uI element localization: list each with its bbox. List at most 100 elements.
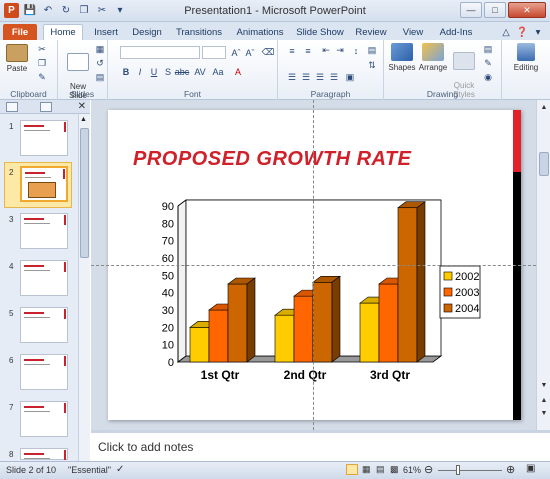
notes-pane[interactable]: Click to add notes (91, 430, 550, 461)
thumbnail-text-mark (24, 411, 50, 412)
align-left-icon[interactable]: ☰ (286, 72, 298, 83)
zoom-slider-track[interactable] (438, 470, 502, 471)
ribbon-options-icon[interactable]: ▾ (532, 24, 544, 40)
slide-count: Slide 2 of 10 (6, 465, 57, 475)
increase-indent-icon[interactable]: ⇥ (334, 45, 346, 56)
section-icon[interactable]: ▤ (94, 72, 106, 83)
chart-y-tick-label: 50 (162, 270, 174, 282)
scroll-thumb[interactable] (80, 128, 89, 258)
tab-review[interactable]: Review (354, 24, 388, 40)
align-right-icon[interactable]: ☰ (314, 72, 326, 83)
cut-ribbon-icon[interactable]: ✂ (36, 44, 48, 55)
reading-view-icon[interactable]: ▤ (376, 464, 385, 475)
chart-bar (312, 275, 341, 363)
slide-thumbnail[interactable] (20, 120, 68, 156)
shape-effects-icon[interactable]: ◉ (482, 72, 494, 83)
scroll-up-icon[interactable]: ▲ (80, 116, 89, 125)
tab-view[interactable]: View (398, 24, 428, 40)
columns-icon[interactable]: ▤ (366, 45, 378, 56)
character-spacing-icon[interactable]: AV (194, 66, 206, 77)
layout-icon[interactable]: ▦ (94, 44, 106, 55)
zoom-out-icon[interactable]: ⊖ (424, 463, 433, 476)
slide-title[interactable]: PROPOSED GROWTH RATE (133, 148, 412, 171)
slide-scroll-thumb[interactable] (539, 152, 549, 176)
change-case-icon[interactable]: Aa (212, 66, 224, 77)
slide-thumbnail[interactable] (20, 448, 68, 460)
horizontal-guide-line[interactable] (91, 265, 536, 266)
slide-thumbnail[interactable] (20, 307, 68, 343)
tab-animations[interactable]: Animations (232, 24, 288, 40)
notes-placeholder[interactable]: Click to add notes (98, 440, 193, 454)
font-color-icon[interactable]: A (232, 66, 244, 77)
shapes-button[interactable]: Shapes (388, 43, 416, 72)
tab-transitions[interactable]: Transitions (172, 24, 226, 40)
minimize-button[interactable]: — (460, 2, 482, 18)
thumbnail-accent-mark (64, 215, 66, 225)
scroll-up-icon[interactable]: ▲ (539, 102, 549, 112)
shrink-font-icon[interactable]: Aˇ (244, 47, 256, 58)
maximize-button[interactable]: □ (484, 2, 506, 18)
shape-fill-icon[interactable]: ▤ (482, 44, 494, 55)
smartart-icon[interactable]: ▣ (344, 72, 356, 83)
zoom-slider-thumb[interactable] (456, 465, 460, 475)
previous-slide-icon[interactable]: ▲ (539, 395, 549, 405)
spelling-check-icon[interactable]: ✓ (116, 464, 124, 475)
slides-tab-icon[interactable] (6, 102, 18, 112)
slide-thumbnail[interactable] (20, 260, 68, 296)
shadow-icon[interactable]: S (162, 66, 174, 77)
tab-insert[interactable]: Insert (88, 24, 124, 40)
scroll-down-icon[interactable]: ▼ (539, 380, 549, 390)
bullets-icon[interactable]: ≡ (286, 45, 298, 56)
slide-thumbnail[interactable] (20, 354, 68, 390)
thumbnail-title-mark (24, 453, 44, 455)
slide-thumbnail[interactable] (20, 213, 68, 249)
strikethrough-icon[interactable]: abc (175, 66, 190, 77)
normal-view-icon[interactable] (346, 464, 358, 475)
zoom-level[interactable]: 61% (403, 465, 421, 475)
minimize-ribbon-icon[interactable]: △ (500, 24, 512, 40)
format-painter-icon[interactable]: ✎ (36, 72, 48, 83)
fit-slide-icon[interactable]: ▣ (526, 463, 535, 474)
underline-icon[interactable]: U (148, 66, 160, 77)
chart[interactable]: 0 10 20 30 40 50 60 70 80 90 1st Qtr 2nd Qtr 3rd Qt… (148, 192, 488, 382)
text-direction-icon[interactable]: ⇅ (366, 60, 378, 71)
slide-show-icon[interactable]: ▩ (390, 464, 399, 475)
align-center-icon[interactable]: ☰ (300, 72, 312, 83)
slides-pane-scrollbar[interactable]: ▲ (78, 114, 90, 461)
zoom-in-icon[interactable]: ⊕ (506, 463, 515, 476)
tab-add-ins[interactable]: Add-Ins (436, 24, 476, 40)
line-spacing-icon[interactable]: ↕ (350, 45, 362, 56)
pane-close-icon[interactable]: ✕ (78, 101, 86, 112)
outline-tab-icon[interactable] (40, 102, 52, 112)
chart-y-tick-label: 0 (168, 357, 174, 369)
numbering-icon[interactable]: ≡ (302, 45, 314, 56)
arrange-button[interactable]: Arrange (418, 43, 448, 72)
slide-thumbnail[interactable] (20, 401, 68, 437)
italic-icon[interactable]: I (134, 66, 146, 77)
slide-scrollbar[interactable]: ▲ ▼ ▲ ▼ (536, 100, 550, 430)
reset-icon[interactable]: ↺ (94, 58, 106, 69)
grow-font-icon[interactable]: Aˆ (230, 47, 242, 58)
clear-formatting-icon[interactable]: ⌫ (262, 47, 275, 58)
tab-design[interactable]: Design (128, 24, 166, 40)
decrease-indent-icon[interactable]: ⇤ (320, 45, 332, 56)
justify-icon[interactable]: ☰ (328, 72, 340, 83)
chart-bar-front (208, 309, 229, 363)
tab-file[interactable]: File (3, 24, 37, 40)
slide-thumbnail[interactable] (20, 166, 68, 202)
close-button[interactable]: ✕ (508, 2, 546, 18)
font-size-select[interactable] (202, 46, 226, 59)
copy-ribbon-icon[interactable]: ❐ (36, 58, 48, 69)
next-slide-icon[interactable]: ▼ (539, 408, 549, 418)
editing-button[interactable]: Editing (508, 43, 544, 72)
paste-button[interactable]: Paste (5, 44, 29, 73)
slide-black-accent-bar (513, 172, 521, 420)
chart-bar-side (246, 277, 256, 363)
help-icon[interactable]: ❓ (516, 24, 528, 40)
shape-outline-icon[interactable]: ✎ (482, 58, 494, 69)
font-name-select[interactable] (120, 46, 200, 59)
tab-home[interactable]: Home (43, 24, 83, 40)
tab-slide-show[interactable]: Slide Show (294, 24, 346, 40)
slide-sorter-icon[interactable]: ▦ (362, 464, 371, 475)
bold-icon[interactable]: B (120, 66, 132, 77)
